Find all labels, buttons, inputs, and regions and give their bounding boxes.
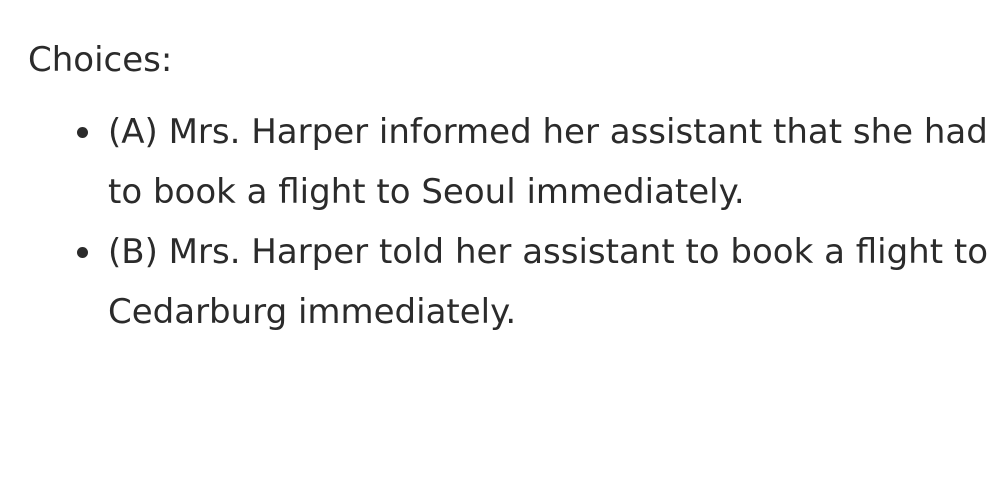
bullet-icon (77, 127, 88, 138)
choices-section: Choices: (A) Mrs. Harper informed her as… (28, 36, 988, 342)
choice-text-a: (A) Mrs. Harper informed her assistant t… (108, 112, 988, 212)
choice-text-b: (B) Mrs. Harper told her assistant to bo… (108, 232, 988, 332)
choice-item-a: (A) Mrs. Harper informed her assistant t… (77, 102, 988, 222)
choices-heading: Choices: (28, 40, 173, 80)
choice-item-b: (B) Mrs. Harper told her assistant to bo… (77, 222, 988, 342)
choice-list: (A) Mrs. Harper informed her assistant t… (28, 102, 988, 342)
bullet-icon (77, 247, 88, 258)
